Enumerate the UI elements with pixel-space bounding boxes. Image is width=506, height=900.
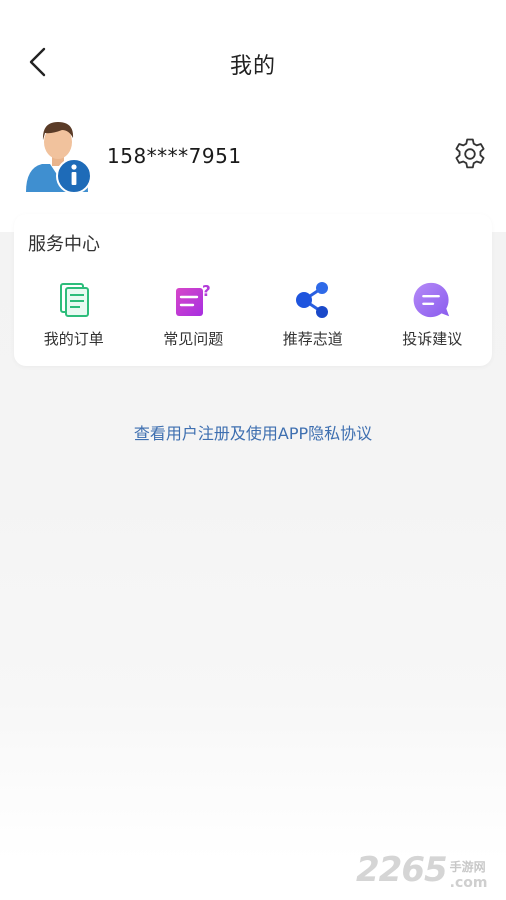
site-watermark: 2265 手游网 .com bbox=[356, 846, 506, 890]
privacy-agreement-link[interactable]: 查看用户注册及使用APP隐私协议 bbox=[0, 420, 506, 444]
gear-icon bbox=[455, 138, 485, 169]
watermark-number: 2265 bbox=[356, 850, 448, 890]
service-label: 投诉建议 bbox=[402, 330, 463, 348]
service-grid: 我的订单 ? 常见问题 推荐志道 投诉建议 bbox=[14, 280, 492, 350]
svg-text:?: ? bbox=[202, 282, 211, 300]
nav-bar: 我的 bbox=[0, 0, 506, 120]
chat-bubble-icon bbox=[412, 280, 452, 320]
watermark-side: 手游网 .com bbox=[450, 861, 488, 890]
service-item-recommend[interactable]: 推荐志道 bbox=[253, 280, 373, 350]
share-nodes-icon bbox=[293, 280, 333, 320]
service-item-faq[interactable]: ? 常见问题 bbox=[134, 280, 254, 350]
order-document-icon bbox=[54, 280, 94, 320]
profile-section: 158****7951 bbox=[0, 112, 506, 202]
avatar[interactable] bbox=[22, 116, 94, 194]
service-center-card: 服务中心 我的订单 ? 常见问题 推荐志道 投诉建议 bbox=[14, 214, 492, 366]
service-item-feedback[interactable]: 投诉建议 bbox=[373, 280, 493, 350]
service-label: 我的订单 bbox=[43, 330, 104, 348]
service-center-title: 服务中心 bbox=[28, 234, 100, 255]
service-label: 常见问题 bbox=[163, 330, 224, 348]
watermark-domain: .com bbox=[449, 875, 488, 891]
user-info-avatar-icon bbox=[26, 122, 92, 194]
page-title: 我的 bbox=[229, 54, 276, 79]
watermark-site: 手游网 bbox=[449, 860, 486, 874]
settings-button[interactable] bbox=[450, 134, 490, 174]
phone-number: 158****7951 bbox=[107, 144, 242, 168]
service-label: 推荐志道 bbox=[282, 330, 343, 348]
faq-question-icon: ? bbox=[173, 280, 213, 320]
service-item-orders[interactable]: 我的订单 bbox=[14, 280, 134, 350]
